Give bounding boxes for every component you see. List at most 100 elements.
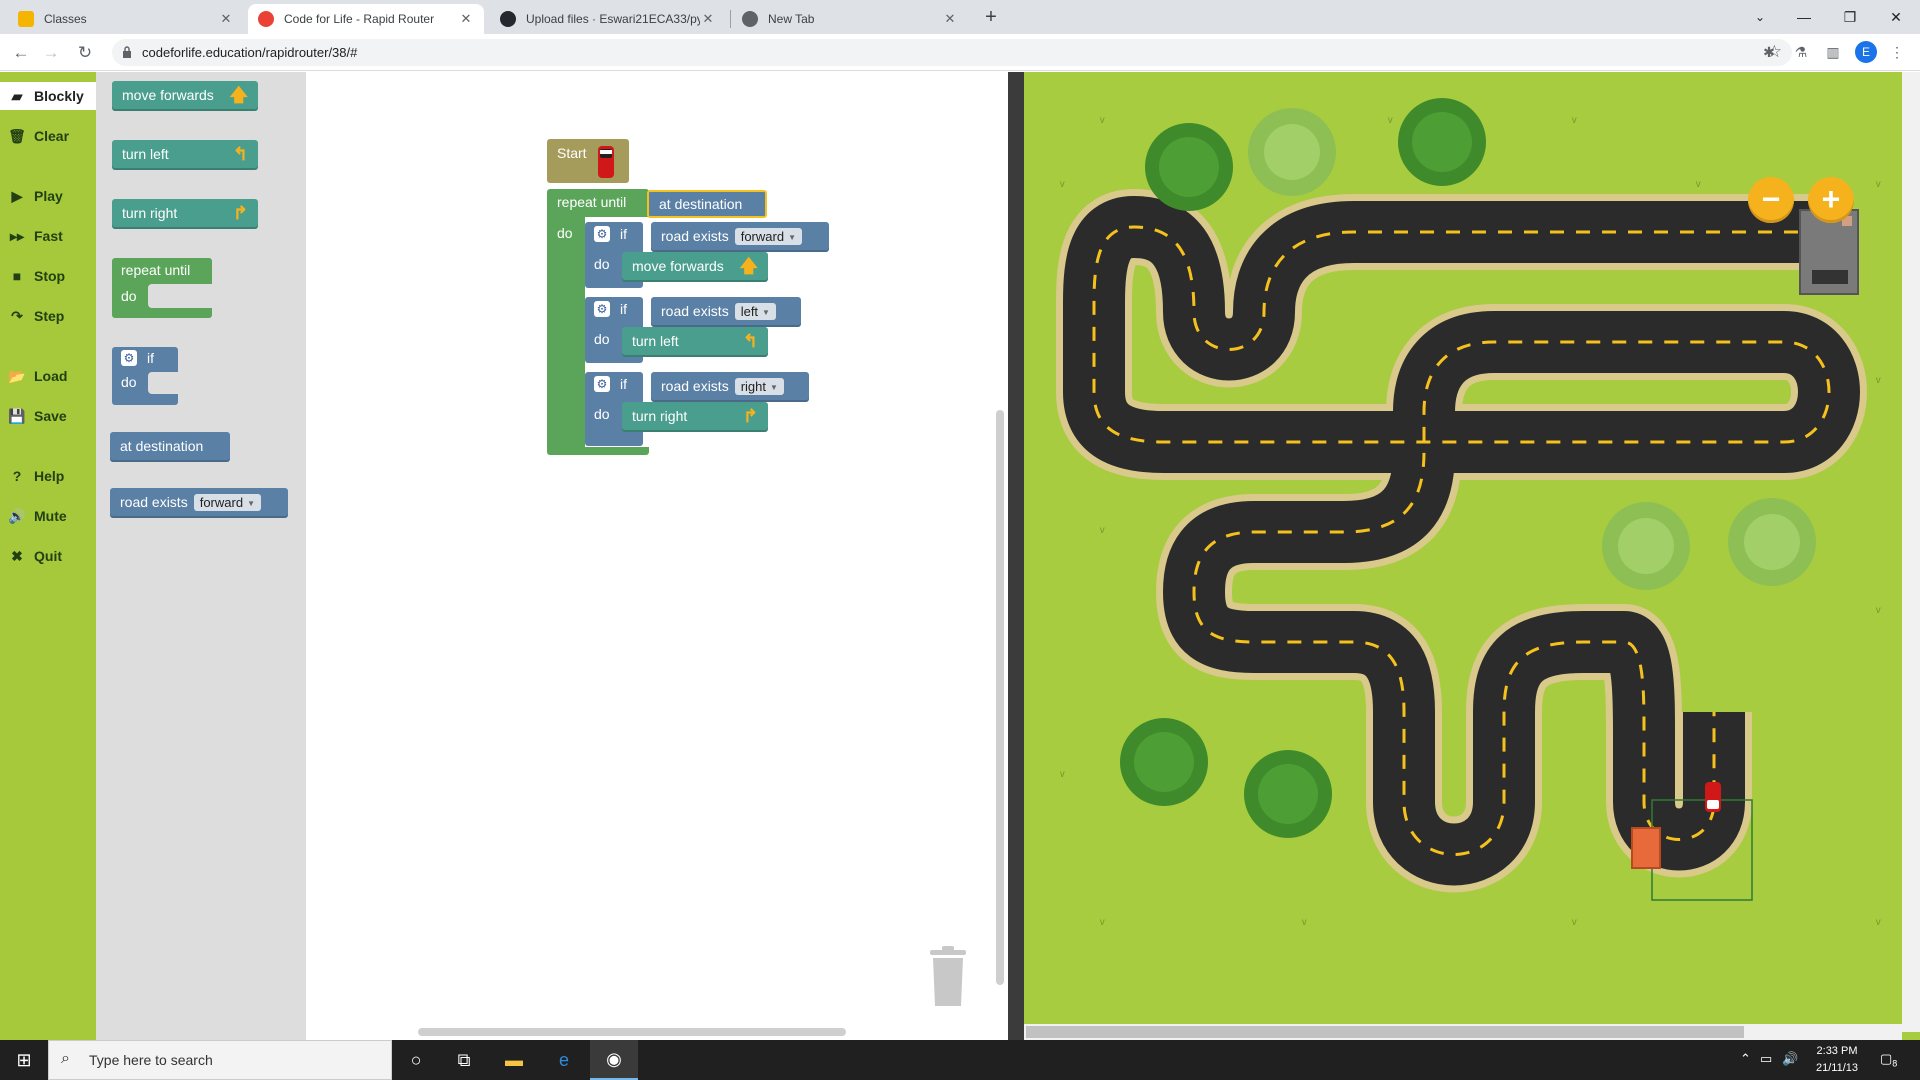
tab-classes[interactable]: Classes ✕ <box>8 4 244 34</box>
start-block[interactable]: Start <box>547 139 629 183</box>
tab-rapid-router[interactable]: Code for Life - Rapid Router ✕ <box>248 4 484 34</box>
menu-save[interactable]: 💾 Save <box>0 402 96 430</box>
network-icon[interactable]: ▭ <box>1760 1051 1772 1067</box>
forward-button[interactable]: → <box>38 40 64 66</box>
gear-icon[interactable]: ⚙ <box>594 226 610 242</box>
turn-right-block[interactable]: turn right ↱ <box>622 402 768 430</box>
game-map: ᵥᵥ ᵥᵥ ᵥᵥ ᵥᵥ ᵥᵥ ᵥᵥ ᵥᵥ − + <box>1024 72 1920 1040</box>
map-vertical-scrollbar[interactable] <box>1902 72 1920 1032</box>
tab-new-tab[interactable]: New Tab ✕ <box>732 4 968 34</box>
side-panel-icon[interactable]: ▥ <box>1822 41 1844 63</box>
minimize-button[interactable]: — <box>1782 4 1826 30</box>
toolbox-road-exists-block[interactable]: road exists forward ▼ <box>110 488 288 516</box>
zoom-out-button[interactable]: − <box>1748 177 1794 223</box>
close-window-button[interactable]: ✕ <box>1874 4 1918 30</box>
caret-down-icon: ▼ <box>762 307 770 317</box>
direction-dropdown[interactable]: right ▼ <box>734 377 784 395</box>
menu-stop[interactable]: ■ Stop <box>0 262 96 290</box>
toolbox-at-destination-block[interactable]: at destination <box>110 432 230 460</box>
help-icon: ? <box>12 468 22 484</box>
menu-play[interactable]: ▶ Play <box>0 182 96 210</box>
panel-divider[interactable] <box>1008 72 1024 1040</box>
toolbox-move-forwards-block[interactable]: move forwards 🡅 <box>112 81 258 109</box>
lab-icon[interactable]: ⚗ <box>1790 41 1812 63</box>
tab-close-icon[interactable]: ✕ <box>218 11 234 27</box>
tree-icon <box>1145 123 1233 211</box>
menu-load[interactable]: 📂 Load <box>0 362 96 390</box>
direction-dropdown[interactable]: left ▼ <box>734 302 776 320</box>
tab-close-icon[interactable]: ✕ <box>458 11 474 27</box>
menu-quit[interactable]: ✖ Quit <box>0 542 96 570</box>
tab-close-icon[interactable]: ✕ <box>700 11 716 27</box>
right-turn-icon: ↱ <box>232 203 248 223</box>
direction-dropdown[interactable]: forward ▼ <box>734 227 802 245</box>
workspace-vertical-scrollbar[interactable] <box>996 410 1004 985</box>
road-exists-forward-condition[interactable]: road exists forward ▼ <box>651 222 829 250</box>
tab-close-icon[interactable]: ✕ <box>942 11 958 27</box>
toolbox-turn-left-block[interactable]: turn left ↰ <box>112 140 258 168</box>
lock-icon <box>123 46 131 58</box>
workspace-horizontal-scrollbar[interactable] <box>418 1028 846 1036</box>
svg-text:ᵥ: ᵥ <box>1387 109 1393 125</box>
edge-icon[interactable]: e <box>540 1040 588 1080</box>
menu-clear[interactable]: 🗑 Clear <box>0 122 96 150</box>
windows-start-icon[interactable]: ⊞ <box>0 1040 48 1080</box>
back-button[interactable]: ← <box>8 40 34 66</box>
map-horizontal-scrollbar[interactable] <box>1026 1026 1744 1038</box>
svg-text:ᵥ: ᵥ <box>1695 173 1701 189</box>
classroom-icon <box>18 11 34 27</box>
trash-can-icon[interactable] <box>928 946 968 1008</box>
address-bar-row: ← → ↻ codeforlife.education/rapidrouter/… <box>0 34 1920 71</box>
gear-icon[interactable]: ⚙ <box>594 376 610 392</box>
tab-github-upload[interactable]: Upload files · Eswari21ECA33/pyt ✕ <box>490 4 726 34</box>
road-exists-left-condition[interactable]: road exists left ▼ <box>651 297 801 325</box>
new-tab-button[interactable]: + <box>978 6 1004 30</box>
show-hidden-icons[interactable]: ⌃ <box>1740 1051 1751 1067</box>
road-exists-right-condition[interactable]: road exists right ▼ <box>651 372 809 400</box>
menu-step[interactable]: ↷ Step <box>0 302 96 330</box>
move-forwards-block[interactable]: move forwards 🡅 <box>622 252 768 280</box>
svg-text:ᵥ: ᵥ <box>1301 911 1307 927</box>
direction-dropdown[interactable]: forward ▼ <box>193 493 261 511</box>
menu-fast[interactable]: ▸▸ Fast <box>0 222 96 250</box>
gear-icon[interactable]: ⚙ <box>594 301 610 317</box>
profile-avatar[interactable]: E <box>1855 41 1877 63</box>
taskbar-search-box[interactable]: ⌕ Type here to search <box>48 1040 392 1080</box>
menu-mute[interactable]: 🔊 Mute <box>0 502 96 530</box>
extensions-icon[interactable]: ✱ <box>1758 41 1780 63</box>
svg-text:ᵥ: ᵥ <box>1099 911 1105 927</box>
maximize-button[interactable]: ❐ <box>1828 4 1872 30</box>
at-destination-condition[interactable]: at destination <box>647 190 767 218</box>
menu-blockly[interactable]: ▰ Blockly <box>0 82 96 110</box>
up-arrow-icon: 🡅 <box>739 256 758 276</box>
task-view-icon[interactable]: ⧉ <box>440 1040 488 1080</box>
stop-icon: ■ <box>12 268 22 284</box>
zoom-in-button[interactable]: + <box>1808 177 1854 223</box>
toolbox-turn-right-block[interactable]: turn right ↱ <box>112 199 258 227</box>
reload-button[interactable]: ↻ <box>72 40 98 66</box>
address-bar[interactable]: codeforlife.education/rapidrouter/38/# ☆ <box>112 39 1792 66</box>
svg-text:ᵥ: ᵥ <box>1571 911 1577 927</box>
volume-icon[interactable]: 🔊 <box>1782 1051 1798 1067</box>
left-turn-icon: ↰ <box>232 144 248 164</box>
chrome-taskbar-icon[interactable]: ◉ <box>590 1040 638 1080</box>
svg-text:ᵥ: ᵥ <box>1059 173 1065 189</box>
menu-help[interactable]: ? Help <box>0 462 96 490</box>
bush-icon <box>1728 498 1816 586</box>
gear-icon[interactable]: ⚙ <box>121 350 137 366</box>
cortana-icon[interactable]: ○ <box>392 1040 440 1080</box>
file-explorer-icon[interactable]: ▬ <box>490 1040 538 1080</box>
notifications-icon[interactable]: ▢8 <box>1880 1051 1897 1069</box>
taskbar-clock[interactable]: 2:33 PM 21/11/13 <box>1802 1043 1872 1077</box>
svg-text:ᵥ: ᵥ <box>1099 109 1105 125</box>
svg-text:ᵥ: ᵥ <box>1875 369 1881 385</box>
tab-search-icon[interactable]: ⌄ <box>1738 4 1782 30</box>
chrome-menu-icon[interactable]: ⋮ <box>1886 41 1908 63</box>
close-icon: ✖ <box>11 547 23 564</box>
turn-left-block[interactable]: turn left ↰ <box>622 327 768 355</box>
left-turn-icon: ↰ <box>742 331 758 351</box>
code-for-life-icon <box>258 11 274 27</box>
step-icon: ↷ <box>11 307 23 324</box>
svg-text:ᵥ: ᵥ <box>1875 599 1881 615</box>
search-icon: ⌕ <box>61 1050 70 1067</box>
